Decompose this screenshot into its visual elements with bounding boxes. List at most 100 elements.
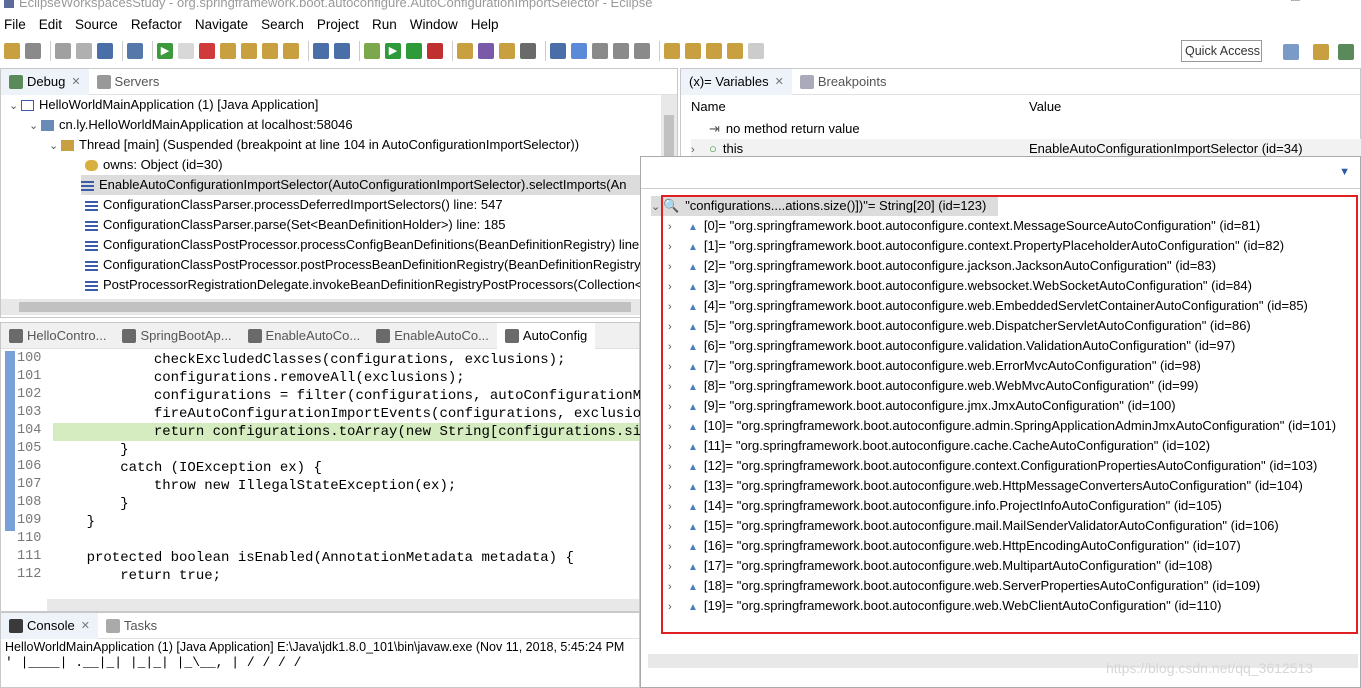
menu-refactor[interactable]: Refactor (131, 17, 182, 32)
column-header-name[interactable]: Name (691, 97, 726, 117)
editor-tab[interactable]: EnableAutoCo... (368, 323, 497, 349)
menu-edit[interactable]: Edit (39, 17, 62, 32)
tab-tasks[interactable]: Tasks (98, 613, 165, 639)
code-line[interactable]: } (53, 495, 128, 513)
tab-servers[interactable]: Servers (89, 69, 168, 95)
show-whitespace-icon[interactable] (592, 43, 608, 59)
save-all-icon[interactable] (76, 43, 92, 59)
code-line[interactable]: checkExcludedClasses(configurations, exc… (53, 351, 566, 369)
debug-icon[interactable] (364, 43, 380, 59)
editor-tab-active[interactable]: AutoConfig (496, 322, 596, 349)
chevron-down-icon[interactable]: ⌄ (49, 136, 61, 156)
variable-row[interactable]: ⇥ no method return value (709, 119, 860, 139)
chevron-down-icon[interactable]: ⌄ (9, 96, 21, 116)
menu-file[interactable]: File (4, 17, 26, 32)
paragraph-icon[interactable] (634, 43, 650, 59)
lock-icon (85, 160, 98, 172)
code-line[interactable]: return true; (53, 567, 221, 585)
close-icon[interactable]: ✕ (81, 619, 90, 632)
java-perspective-icon[interactable] (1313, 44, 1329, 60)
code-line[interactable]: protected boolean isEnabled(AnnotationMe… (53, 549, 574, 567)
menu-run[interactable]: Run (372, 17, 397, 32)
code-line[interactable]: } (53, 441, 128, 459)
block-select-icon[interactable] (613, 43, 629, 59)
highlight-icon[interactable] (571, 43, 587, 59)
stack-frame-row[interactable]: ConfigurationClassParser.parse(Set<BeanD… (85, 215, 506, 235)
terminate-icon[interactable] (199, 43, 215, 59)
step-into-icon[interactable] (241, 43, 257, 59)
open-perspective-icon[interactable] (1283, 44, 1299, 60)
run-icon[interactable]: ▶ (385, 43, 401, 59)
menu-navigate[interactable]: Navigate (195, 17, 248, 32)
chevron-down-icon[interactable]: ▼ (1339, 166, 1350, 178)
forward-icon[interactable] (748, 43, 764, 59)
tree-row-monitor[interactable]: owns: Object (id=30) (85, 155, 223, 175)
menu-help[interactable]: Help (471, 17, 499, 32)
menu-project[interactable]: Project (317, 17, 359, 32)
horizontal-scrollbar[interactable] (47, 599, 639, 611)
debug-perspective-icon[interactable] (1338, 44, 1354, 60)
column-header-value[interactable]: Value (1029, 97, 1061, 117)
toggle-mark-icon[interactable] (550, 43, 566, 59)
tab-debug[interactable]: Debug ✕ (1, 68, 89, 95)
horizontal-scrollbar[interactable] (1, 299, 661, 315)
stack-frame-row[interactable]: ConfigurationClassPostProcessor.processC… (85, 235, 643, 255)
code-line[interactable]: return configurations.toArray(new String… (53, 423, 675, 441)
prev-annotation-icon[interactable] (685, 43, 701, 59)
drop-frame-icon[interactable] (334, 43, 350, 59)
variable-name: no method return value (725, 121, 860, 136)
tab-variables[interactable]: (x)= Variables ✕ (681, 68, 792, 95)
code-line[interactable]: catch (IOException ex) { (53, 459, 322, 477)
use-step-filters-icon[interactable] (313, 43, 329, 59)
stack-frame-label: ConfigurationClassPostProcessor.postProc… (103, 257, 645, 272)
code-line[interactable]: configurations = filter(configurations, … (53, 387, 667, 405)
menu-window[interactable]: Window (410, 17, 458, 32)
stack-frame-row-selected[interactable]: EnableAutoConfigurationImportSelector(Au… (81, 175, 661, 195)
step-over-icon[interactable] (262, 43, 278, 59)
tree-row-app[interactable]: ⌄ HelloWorldMainApplication (1) [Java App… (9, 95, 318, 115)
editor-tab[interactable]: HelloContro... (1, 323, 114, 349)
tree-row-thread[interactable]: ⌄ Thread [main] (Suspended (breakpoint at… (49, 135, 579, 155)
tree-row-vm[interactable]: ⌄ cn.ly.HelloWorldMainApplication at loca… (29, 115, 353, 135)
disconnect-icon[interactable] (220, 43, 236, 59)
new-icon[interactable] (4, 43, 20, 59)
external-tools-icon[interactable] (427, 43, 443, 59)
change-ruler (5, 351, 15, 531)
stack-frame-row[interactable]: PostProcessorRegistrationDelegate.invoke… (85, 275, 642, 295)
editor-tab[interactable]: EnableAutoCo... (240, 323, 369, 349)
quick-access-input[interactable]: Quick Access (1181, 40, 1262, 62)
close-icon[interactable]: ✕ (775, 75, 784, 88)
editor-tab[interactable]: SpringBootAp... (114, 323, 239, 349)
skip-breakpoints-icon[interactable] (127, 43, 143, 59)
search-icon[interactable] (499, 43, 515, 59)
open-task-icon[interactable] (478, 43, 494, 59)
eclipse-icon (4, 0, 14, 8)
next-annotation-icon[interactable] (664, 43, 680, 59)
coverage-icon[interactable] (406, 43, 422, 59)
console-icon[interactable] (97, 43, 113, 59)
pin-icon[interactable] (520, 43, 536, 59)
code-line[interactable]: configurations.removeAll(exclusions); (53, 369, 465, 387)
code-line[interactable]: fireAutoConfigurationImportEvents(config… (53, 405, 667, 423)
resume-icon[interactable]: ▶ (157, 43, 173, 59)
stack-frame-row[interactable]: ConfigurationClassParser.processDeferred… (85, 195, 503, 215)
tab-console[interactable]: Console ✕ (1, 612, 98, 639)
tab-breakpoints[interactable]: Breakpoints (792, 69, 895, 95)
stack-frame-row[interactable]: ConfigurationClassPostProcessor.postProc… (85, 255, 645, 275)
save-icon[interactable] (55, 43, 71, 59)
last-edit-icon[interactable] (706, 43, 722, 59)
menu-source[interactable]: Source (75, 17, 118, 32)
code-line[interactable]: throw new IllegalStateException(ex); (53, 477, 456, 495)
chevron-down-icon[interactable]: ⌄ (29, 116, 41, 136)
tab-tasks-label: Tasks (123, 618, 158, 633)
menu-search[interactable]: Search (261, 17, 304, 32)
new-wizard-icon[interactable] (25, 43, 41, 59)
open-type-icon[interactable] (457, 43, 473, 59)
scrollbar-thumb[interactable] (19, 302, 631, 312)
suspend-icon[interactable] (178, 43, 194, 59)
close-icon[interactable]: ✕ (71, 75, 80, 88)
class-file-icon (376, 328, 391, 343)
back-icon[interactable] (727, 43, 743, 59)
code-line[interactable]: } (53, 513, 95, 531)
step-return-icon[interactable] (283, 43, 299, 59)
